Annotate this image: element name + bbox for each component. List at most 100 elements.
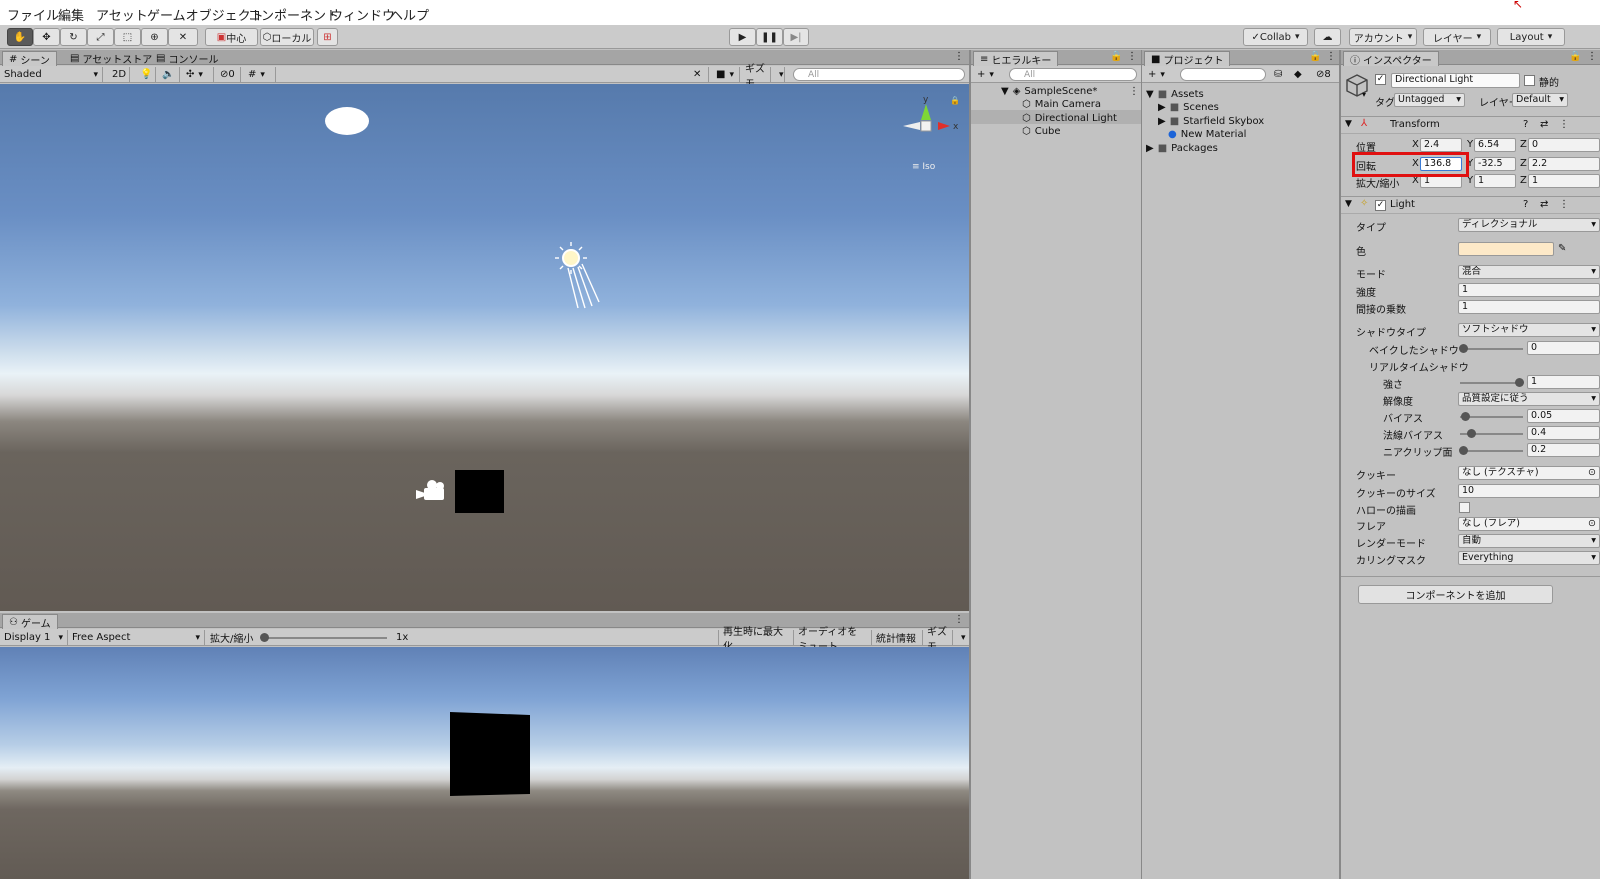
object-name-input[interactable]: Directional Light: [1391, 73, 1520, 88]
folder-assets[interactable]: ▼ ■ Assets: [1146, 87, 1204, 101]
game-gizmos-dropdown[interactable]: [953, 630, 969, 645]
cube-object[interactable]: [455, 470, 504, 513]
move-tool-button[interactable]: ✥: [33, 28, 60, 46]
hierarchy-create-button[interactable]: +: [973, 67, 1001, 82]
near-plane-slider[interactable]: [1460, 450, 1523, 452]
collab-dropdown[interactable]: ✓ Collab: [1243, 28, 1308, 46]
rotation-z-field[interactable]: 2.2: [1528, 157, 1600, 171]
pause-button[interactable]: ❚❚: [756, 28, 783, 46]
intensity-field[interactable]: 1: [1458, 283, 1600, 297]
hidden-objects-toggle[interactable]: ⊘ 0: [216, 67, 241, 82]
aspect-dropdown[interactable]: Free Aspect: [68, 630, 205, 645]
baked-angle-field[interactable]: 0: [1527, 341, 1600, 355]
bias-field[interactable]: 0.05: [1527, 409, 1600, 423]
folder-scenes[interactable]: ▶ ■ Scenes: [1158, 100, 1219, 114]
gizmos-dropdown[interactable]: [771, 67, 785, 82]
grid-dropdown[interactable]: #: [244, 67, 276, 82]
account-dropdown[interactable]: アカウント: [1349, 28, 1417, 46]
project-create-button[interactable]: +: [1144, 67, 1172, 82]
eyedropper-icon[interactable]: ✎: [1558, 243, 1566, 254]
preset-icon[interactable]: ⇄: [1540, 119, 1548, 130]
layer-dropdown[interactable]: Default: [1512, 93, 1568, 107]
stats-button[interactable]: 統計情報: [872, 630, 923, 645]
panel-menu-icon[interactable]: ⋮: [1326, 51, 1336, 62]
scene-viewport[interactable]: y x 🔒 ≡ Iso: [0, 84, 969, 611]
baked-angle-knob[interactable]: [1459, 344, 1468, 353]
tab-project[interactable]: ■ プロジェクト: [1144, 51, 1231, 67]
light-type-dropdown[interactable]: ディレクショナル: [1458, 218, 1600, 232]
active-checkbox[interactable]: ✓: [1375, 74, 1386, 85]
scene-orientation-gizmo[interactable]: y x 🔒: [900, 94, 964, 164]
menu-component[interactable]: コンポーネント: [248, 5, 339, 24]
project-search-input[interactable]: [1180, 68, 1266, 81]
object-picker-icon[interactable]: ⊙: [1588, 467, 1596, 479]
custom-tool-button[interactable]: ✕: [168, 28, 198, 46]
add-component-button[interactable]: コンポーネントを追加: [1358, 585, 1553, 604]
component-menu-icon[interactable]: ⋮: [1559, 199, 1569, 210]
hierarchy-item-directional-light[interactable]: ⬡ Directional Light: [1022, 111, 1117, 125]
tab-game[interactable]: ⚇ ゲーム: [2, 614, 58, 630]
asset-new-material[interactable]: ● New Material: [1168, 127, 1246, 141]
rotation-y-field[interactable]: -32.5: [1474, 157, 1516, 171]
lock-icon[interactable]: 🔒: [1309, 51, 1321, 62]
scene-row[interactable]: ▼ ◈ SampleScene* ⋮: [1001, 84, 1139, 98]
maximize-on-play-button[interactable]: 再生時に最大化: [718, 627, 794, 653]
rect-tool-button[interactable]: ⬚: [114, 28, 141, 46]
scale-y-field[interactable]: 1: [1474, 174, 1516, 188]
transform-header[interactable]: ▼ ⅄ Transform ? ⇄ ⋮: [1341, 116, 1600, 134]
tab-scene[interactable]: # シーン: [2, 51, 57, 67]
preset-icon[interactable]: ⇄: [1540, 199, 1548, 210]
near-plane-knob[interactable]: [1459, 446, 1468, 455]
hierarchy-item-cube[interactable]: ⬡ Cube: [1022, 124, 1061, 138]
tab-console[interactable]: ▤ コンソール: [150, 51, 224, 66]
strength-knob[interactable]: [1515, 378, 1524, 387]
tab-inspector[interactable]: ⓘ インスペクター: [1343, 51, 1439, 67]
panel-menu-icon[interactable]: ⋮: [954, 614, 964, 625]
render-mode-dropdown[interactable]: 自動: [1458, 534, 1600, 548]
near-plane-field[interactable]: 0.2: [1527, 443, 1600, 457]
layers-dropdown[interactable]: レイヤー: [1423, 28, 1491, 46]
light-color-swatch[interactable]: [1458, 242, 1554, 256]
scene-search-input[interactable]: All: [793, 68, 965, 81]
pivot-center-button[interactable]: ▣ 中心: [205, 28, 258, 46]
help-icon[interactable]: ?: [1523, 199, 1528, 210]
help-icon[interactable]: ?: [1523, 119, 1528, 130]
audio-toggle[interactable]: 🔈: [158, 67, 180, 82]
icon-dropdown-arrow[interactable]: ▾: [1362, 90, 1366, 99]
static-checkbox[interactable]: [1524, 75, 1535, 86]
strength-field[interactable]: 1: [1527, 375, 1600, 389]
position-y-field[interactable]: 6.54: [1474, 138, 1516, 152]
rotate-tool-button[interactable]: ↻: [60, 28, 87, 46]
panel-menu-icon[interactable]: ⋮: [954, 51, 964, 62]
lock-icon[interactable]: 🔒: [1569, 51, 1581, 62]
normal-bias-knob[interactable]: [1467, 429, 1476, 438]
2d-toggle[interactable]: 2D: [108, 67, 130, 82]
position-z-field[interactable]: 0: [1528, 138, 1600, 152]
resolution-dropdown[interactable]: 品質設定に従う: [1458, 392, 1600, 406]
filter-label-button[interactable]: ◆: [1290, 67, 1308, 82]
hidden-packages-toggle[interactable]: ⊘ 8: [1312, 67, 1339, 82]
panel-menu-icon[interactable]: ⋮: [1587, 51, 1597, 62]
folder-packages[interactable]: ▶ ■ Packages: [1146, 141, 1218, 155]
menu-edit[interactable]: 編集: [58, 5, 84, 24]
cookie-field[interactable]: なし (テクスチャ) ⊙: [1458, 466, 1600, 480]
position-x-field[interactable]: 2.4: [1420, 138, 1462, 152]
step-button[interactable]: ▶|: [783, 28, 809, 46]
menu-help[interactable]: ヘルプ: [390, 5, 429, 24]
baked-angle-slider[interactable]: [1460, 348, 1523, 350]
strength-slider[interactable]: [1460, 382, 1523, 384]
pivot-space-button[interactable]: ⬡ ローカル: [260, 28, 314, 46]
menu-file[interactable]: ファイル: [7, 5, 59, 24]
menu-assets[interactable]: アセット: [96, 5, 148, 24]
play-button[interactable]: ▶: [729, 28, 756, 46]
scale-z-field[interactable]: 1: [1528, 174, 1600, 188]
indirect-field[interactable]: 1: [1458, 300, 1600, 314]
gizmos-button[interactable]: ギズモ: [741, 64, 771, 90]
halo-checkbox[interactable]: [1459, 502, 1470, 513]
camera-dropdown[interactable]: ■: [712, 67, 740, 82]
shading-dropdown[interactable]: Shaded: [0, 67, 103, 82]
row-menu-icon[interactable]: ⋮: [1129, 86, 1139, 97]
panel-menu-icon[interactable]: ⋮: [1127, 51, 1137, 62]
scale-slider-knob[interactable]: [260, 633, 269, 642]
display-dropdown[interactable]: Display 1: [0, 630, 68, 645]
